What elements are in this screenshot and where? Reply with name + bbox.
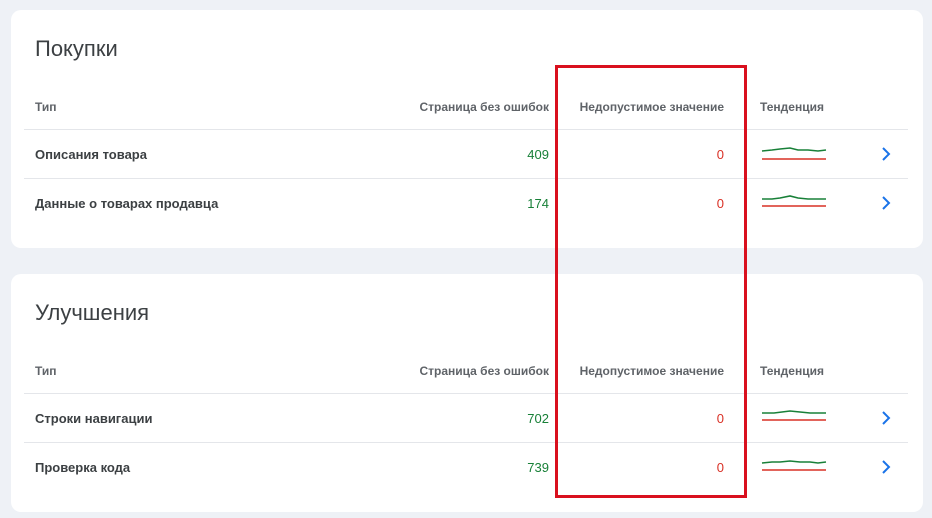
chevron-right-icon[interactable]	[874, 394, 898, 442]
row-type: Описания товара	[35, 146, 147, 162]
chevron-right-icon[interactable]	[874, 443, 898, 491]
card-title: Покупки	[35, 36, 118, 61]
column-header-type: Тип	[35, 363, 57, 378]
row-invalid-count: 0	[716, 410, 724, 426]
sparkline-icon	[760, 443, 828, 491]
row-invalid-count: 0	[716, 146, 724, 162]
column-header-type: Тип	[35, 99, 57, 114]
shopping-card: Покупки Тип Страница без ошибок Недопуст…	[11, 10, 923, 248]
table-row[interactable]: Описания товара 409 0	[24, 130, 908, 179]
row-valid-count: 174	[527, 195, 549, 211]
enhancements-card: Улучшения Тип Страница без ошибок Недопу…	[11, 274, 923, 512]
table-row[interactable]: Строки навигации 702 0	[24, 394, 908, 443]
chevron-right-icon[interactable]	[874, 179, 898, 227]
card-title: Улучшения	[35, 300, 150, 325]
column-header-invalid: Недопустимое значение	[579, 363, 724, 378]
column-header-trend: Тенденция	[760, 363, 824, 378]
column-header-invalid: Недопустимое значение	[579, 99, 724, 114]
row-type: Проверка кода	[35, 459, 131, 475]
column-header-valid: Страница без ошибок	[419, 363, 549, 378]
shopping-table: Тип Страница без ошибок Недопустимое зна…	[24, 84, 908, 227]
row-valid-count: 702	[527, 410, 549, 426]
sparkline-icon	[760, 179, 828, 227]
column-header-trend: Тенденция	[760, 99, 824, 114]
chevron-right-icon[interactable]	[874, 130, 898, 178]
enhancements-table: Тип Страница без ошибок Недопустимое зна…	[24, 348, 908, 491]
row-invalid-count: 0	[716, 459, 724, 475]
row-invalid-count: 0	[716, 195, 724, 211]
table-header-row: Тип Страница без ошибок Недопустимое зна…	[24, 348, 908, 394]
table-header-row: Тип Страница без ошибок Недопустимое зна…	[24, 84, 908, 130]
row-type: Строки навигации	[35, 410, 153, 426]
column-header-valid: Страница без ошибок	[419, 99, 549, 114]
row-type: Данные о товарах продавца	[35, 195, 219, 211]
sparkline-icon	[760, 130, 828, 178]
sparkline-icon	[760, 394, 828, 442]
row-valid-count: 739	[527, 459, 549, 475]
row-valid-count: 409	[527, 146, 549, 162]
table-row[interactable]: Данные о товарах продавца 174 0	[24, 179, 908, 227]
table-row[interactable]: Проверка кода 739 0	[24, 443, 908, 491]
